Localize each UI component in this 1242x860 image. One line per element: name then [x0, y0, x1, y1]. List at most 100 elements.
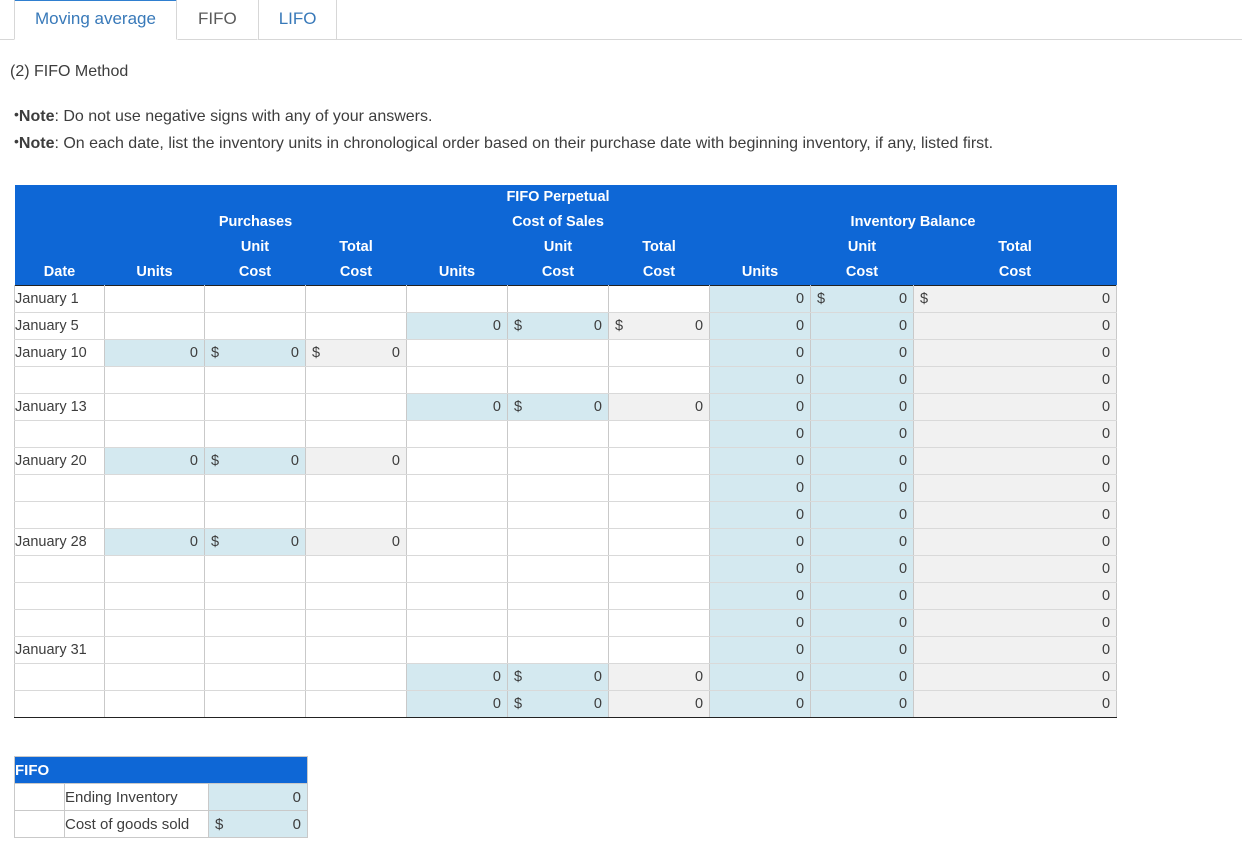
- cell-inv-unit-cost[interactable]: 0: [810, 555, 915, 583]
- cell-purchases-unit-cost: [204, 609, 306, 637]
- cell-inv-units[interactable]: 0: [709, 339, 812, 367]
- cell-purchases-units[interactable]: 0: [104, 339, 205, 367]
- note-item: •Note: Do not use negative signs with an…: [14, 103, 1242, 130]
- cell-inv-units[interactable]: 0: [709, 447, 812, 475]
- cell-purchases-units: [104, 285, 205, 313]
- cell-inv-units[interactable]: 0: [709, 528, 812, 556]
- cell-cos-units: [406, 528, 508, 556]
- cell-purchases-unit-cost: [204, 366, 306, 394]
- cell-inv-unit-cost[interactable]: 0: [810, 501, 915, 529]
- cell-purchases-unit-cost[interactable]: $0: [204, 528, 306, 556]
- cell-inv-units[interactable]: 0: [709, 474, 812, 502]
- cell-purchases-unit-cost: [204, 690, 306, 718]
- cell-inv-units[interactable]: 0: [709, 366, 812, 394]
- cell-cos-unit-cost: [507, 447, 609, 475]
- cell-value: 0: [898, 615, 908, 631]
- note-text: : On each date, list the inventory units…: [54, 135, 994, 152]
- cell-inv-unit-cost[interactable]: 0: [810, 339, 915, 367]
- cell-cos-unit-cost: [507, 501, 609, 529]
- cell-inv-total-cost: 0: [913, 582, 1118, 610]
- summary-value-ending-inventory[interactable]: 0: [207, 783, 309, 811]
- cell-inv-units[interactable]: 0: [709, 312, 812, 340]
- cell-purchases-unit-cost[interactable]: $0: [204, 339, 306, 367]
- cell-purchases-unit-cost: [204, 474, 306, 502]
- cell-cos-units[interactable]: 0: [406, 393, 508, 421]
- cell-purchases-total-cost: [305, 609, 407, 637]
- cell-inv-units[interactable]: 0: [709, 582, 812, 610]
- cell-inv-units[interactable]: 0: [709, 636, 812, 664]
- header-col-purchases-units: Units: [104, 260, 205, 286]
- tab-lifo[interactable]: LIFO: [257, 0, 338, 40]
- header-spacer-left: [14, 185, 407, 210]
- cell-inv-units[interactable]: 0: [709, 663, 812, 691]
- cell-date: [14, 582, 105, 610]
- cell-purchases-units: [104, 609, 205, 637]
- tab-moving-average[interactable]: Moving average: [14, 0, 177, 40]
- cell-cos-units[interactable]: 0: [406, 663, 508, 691]
- cell-value: 0: [694, 318, 704, 334]
- currency-symbol: $: [615, 318, 624, 334]
- header-col-purchases-total-cost: Cost: [305, 260, 407, 286]
- note-label: Note: [18, 135, 55, 152]
- cell-inv-unit-cost[interactable]: $0: [810, 285, 915, 313]
- cell-inv-unit-cost[interactable]: 0: [810, 636, 915, 664]
- cell-inv-unit-cost[interactable]: 0: [810, 609, 915, 637]
- cell-purchases-unit-cost[interactable]: $0: [204, 447, 306, 475]
- cell-value: 0: [492, 318, 501, 334]
- header-group-purchases: Purchases: [104, 210, 407, 235]
- cell-inv-units[interactable]: 0: [709, 555, 812, 583]
- cell-inv-total-cost: $0: [913, 285, 1118, 313]
- cell-cos-units: [406, 582, 508, 610]
- fifo-summary-wrap: FIFO Ending Inventory 0 Cost of goods so…: [13, 756, 1242, 838]
- table-body: January 1 0 $0 $0 January 5 0 $0 $0 0 0 0 January 1…: [14, 285, 1118, 718]
- header-col-cos-units: Units: [406, 260, 508, 286]
- cell-value: 0: [795, 453, 805, 469]
- cell-inv-unit-cost[interactable]: 0: [810, 582, 915, 610]
- summary-row-cogs: Cost of goods sold $0: [14, 810, 309, 838]
- cell-cos-unit-cost[interactable]: $0: [507, 663, 609, 691]
- cell-cos-unit-cost[interactable]: $0: [507, 690, 609, 718]
- cell-inv-units[interactable]: 0: [709, 393, 812, 421]
- cell-inv-unit-cost[interactable]: 0: [810, 663, 915, 691]
- cell-cos-units: [406, 555, 508, 583]
- cell-inv-units[interactable]: 0: [709, 609, 812, 637]
- summary-amount: 0: [292, 788, 302, 806]
- cell-value: 0: [795, 669, 805, 685]
- cell-date: [14, 501, 105, 529]
- cell-inv-total-cost: 0: [913, 312, 1118, 340]
- cell-value: 0: [795, 588, 805, 604]
- cell-cos-unit-cost[interactable]: $0: [507, 393, 609, 421]
- header-group-blank: [14, 210, 105, 235]
- cell-inv-unit-cost[interactable]: 0: [810, 528, 915, 556]
- header-fifo-perpetual: FIFO Perpetual: [406, 185, 710, 210]
- cell-inv-unit-cost[interactable]: 0: [810, 474, 915, 502]
- tab-moving-average-label: Moving average: [35, 9, 156, 28]
- cell-cos-total-cost: [607, 528, 711, 556]
- summary-value-cogs[interactable]: $0: [207, 810, 309, 838]
- cell-inv-unit-cost[interactable]: 0: [810, 690, 915, 718]
- cell-value: 0: [898, 399, 908, 415]
- cell-cos-units[interactable]: 0: [406, 312, 508, 340]
- cell-inv-total-cost: 0: [913, 555, 1118, 583]
- cell-purchases-units[interactable]: 0: [104, 447, 205, 475]
- tab-fifo[interactable]: FIFO: [176, 0, 258, 40]
- cell-value: 0: [898, 480, 908, 496]
- cell-purchases-units[interactable]: 0: [104, 528, 205, 556]
- cell-inv-units[interactable]: 0: [709, 285, 812, 313]
- cell-inv-units[interactable]: 0: [709, 501, 812, 529]
- cell-inv-unit-cost[interactable]: 0: [810, 420, 915, 448]
- cell-inv-units[interactable]: 0: [709, 420, 812, 448]
- header-col-cos-unit-cost-line1: Unit: [507, 235, 609, 260]
- cell-inv-units[interactable]: 0: [709, 690, 812, 718]
- cell-value: 0: [898, 372, 908, 388]
- cell-cos-unit-cost[interactable]: $0: [507, 312, 609, 340]
- cell-cos-unit-cost: [507, 285, 609, 313]
- cell-date: [14, 663, 105, 691]
- cell-inv-unit-cost[interactable]: 0: [810, 393, 915, 421]
- cell-inv-unit-cost[interactable]: 0: [810, 312, 915, 340]
- cell-inv-unit-cost[interactable]: 0: [810, 366, 915, 394]
- cell-value: 0: [189, 453, 198, 469]
- cell-cos-units[interactable]: 0: [406, 690, 508, 718]
- cell-value: 0: [1101, 480, 1111, 496]
- cell-inv-unit-cost[interactable]: 0: [810, 447, 915, 475]
